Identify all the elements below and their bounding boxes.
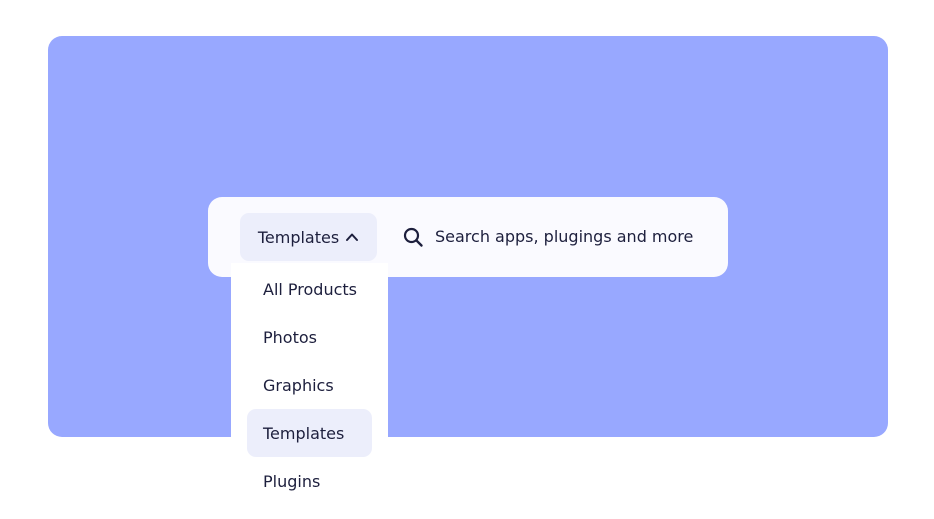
chevron-up-icon xyxy=(345,230,359,244)
dropdown-item-photos[interactable]: Photos xyxy=(247,313,372,361)
dropdown-item-label: Graphics xyxy=(263,375,334,395)
dropdown-item-graphics[interactable]: Graphics xyxy=(247,361,372,409)
category-dropdown-menu: All Products Photos Graphics Templates P… xyxy=(231,263,388,519)
dropdown-item-label: All Products xyxy=(263,279,358,299)
category-dropdown-button[interactable]: Templates xyxy=(240,213,377,261)
category-label: Templates xyxy=(257,227,340,247)
dropdown-item-label: Templates xyxy=(263,423,345,443)
dropdown-item-all-products[interactable]: All Products xyxy=(247,265,372,313)
dropdown-item-templates[interactable]: Templates xyxy=(247,409,372,457)
dropdown-item-label: Photos xyxy=(263,327,317,347)
search-icon[interactable] xyxy=(402,226,424,248)
search-input[interactable]: Search apps, plugings and more xyxy=(435,226,693,248)
dropdown-item-label: Plugins xyxy=(263,471,321,491)
dropdown-item-plugins[interactable]: Plugins xyxy=(247,457,372,505)
stage: Templates Search apps, plugings and more… xyxy=(0,0,934,519)
